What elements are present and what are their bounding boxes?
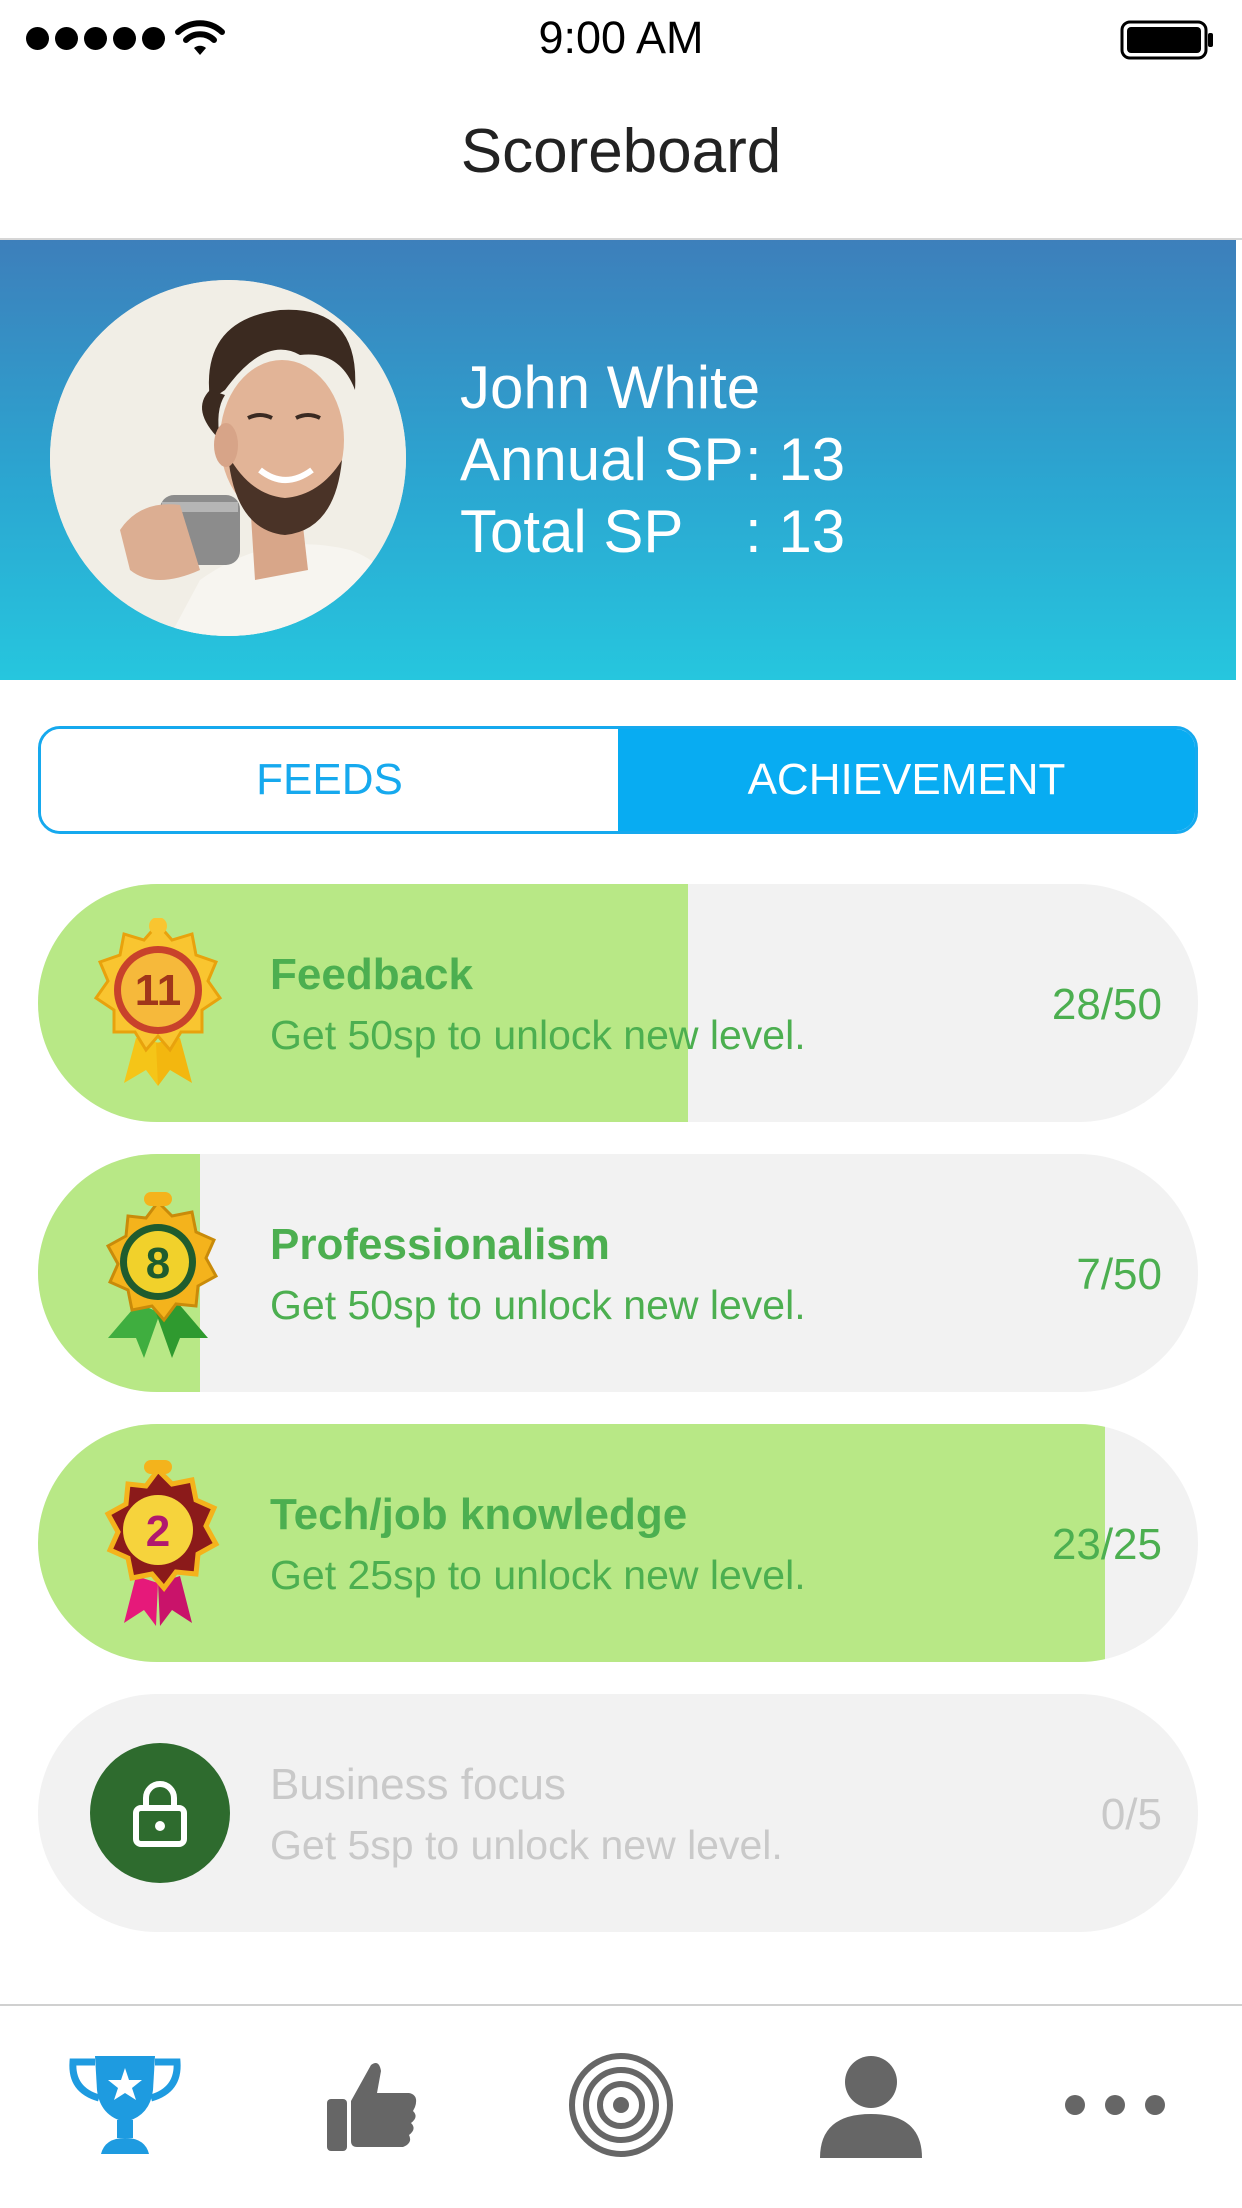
annual-sp-label: Annual SP <box>460 426 744 493</box>
tab-bar-likes[interactable] <box>306 2040 436 2170</box>
lock-icon <box>90 1743 230 1883</box>
pink-medal-icon: 2 <box>104 1460 220 1626</box>
achievement-progress: 28/50 <box>1051 980 1162 1029</box>
achievement-progress: 0/5 <box>1100 1790 1162 1839</box>
achievement-title: Business focus <box>270 1760 566 1809</box>
more-icon <box>1065 2095 1165 2115</box>
badge-level-8: 8 <box>146 1239 170 1288</box>
achievement-card-professionalism[interactable]: 8 Professionalism Get 50sp to unlock new… <box>38 1154 1198 1392</box>
battery-icon <box>1120 20 1213 60</box>
achievement-card-tech-job-knowledge[interactable]: 2 Tech/job knowledge Get 25sp to unlock … <box>38 1424 1198 1662</box>
tab-bar-profile[interactable] <box>806 2040 936 2170</box>
total-sp-label: Total SP <box>460 498 684 565</box>
green-medal-icon: 8 <box>105 1192 219 1358</box>
annual-sp-value: : 13 <box>745 426 846 493</box>
thumbs-up-icon <box>327 2063 417 2151</box>
avatar-portrait <box>50 280 406 636</box>
achievement-description: Get 50sp to unlock new level. <box>270 1012 806 1058</box>
tab-feeds[interactable]: FEEDS <box>41 729 618 831</box>
achievement-card-feedback[interactable]: 11 Feedback Get 50sp to unlock new level… <box>38 884 1198 1122</box>
achievement-title: Feedback <box>270 950 473 999</box>
target-icon <box>569 2053 673 2157</box>
trophy-icon <box>69 2056 181 2154</box>
achievement-description: Get 25sp to unlock new level. <box>270 1552 806 1598</box>
total-sp-value: : 13 <box>745 498 846 565</box>
tab-bar-divider <box>0 2004 1242 2006</box>
segmented-control: FEEDS ACHIEVEMENT <box>38 726 1198 834</box>
achievement-description: Get 5sp to unlock new level. <box>270 1822 783 1868</box>
status-time: 9:00 AM <box>538 12 704 63</box>
badge-level-11: 11 <box>135 966 182 1015</box>
profile-header: John White Annual SP : 13 Total SP : 13 <box>0 240 1236 680</box>
achievement-title: Tech/job knowledge <box>270 1490 688 1539</box>
tab-bar-more[interactable] <box>1050 2040 1180 2170</box>
achievement-card-business-focus[interactable]: Business focus Get 5sp to unlock new lev… <box>38 1694 1198 1932</box>
page-title: Scoreboard <box>460 117 782 186</box>
user-name: John White <box>460 354 761 421</box>
tab-bar-trophy[interactable] <box>60 2040 190 2170</box>
achievement-progress: 23/25 <box>1051 1520 1162 1569</box>
badge-level-2: 2 <box>146 1507 170 1556</box>
achievement-progress: 7/50 <box>1076 1250 1162 1299</box>
achievement-title: Professionalism <box>270 1220 610 1269</box>
tab-bar-goals[interactable] <box>556 2040 686 2170</box>
avatar[interactable] <box>50 280 406 636</box>
gold-medal-icon: 11 <box>93 918 223 1086</box>
achievement-description: Get 50sp to unlock new level. <box>270 1282 806 1328</box>
status-bar: 9:00 AM <box>0 0 1242 80</box>
person-icon <box>820 2056 922 2158</box>
tab-achievement[interactable]: ACHIEVEMENT <box>618 729 1195 831</box>
